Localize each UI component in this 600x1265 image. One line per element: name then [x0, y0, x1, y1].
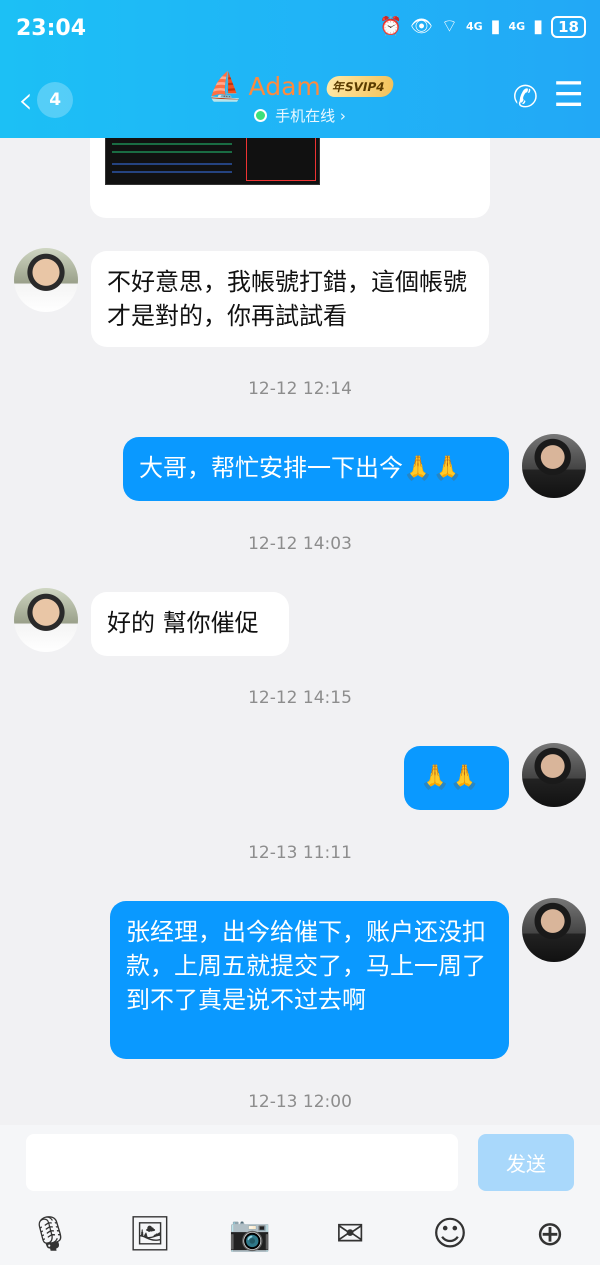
message-bubble-incoming[interactable]: 不好意思，我帳號打錯，這個帳號才是對的，你再試試看 [91, 251, 489, 347]
online-dot-icon [254, 109, 268, 122]
emoji-icon[interactable]: ☺ [425, 1209, 475, 1259]
online-status-text: 手机在线 › [275, 107, 346, 125]
message-timestamp: 12-13 12:00 [248, 1092, 352, 1112]
composer-toolbar: 🎙 🖼 📷 ✉ ☺ ⊕ [0, 1205, 600, 1265]
image-message[interactable] [90, 138, 490, 218]
message-timestamp: 12-13 11:11 [248, 843, 352, 863]
chat-area[interactable]: 不好意思，我帳號打錯，這個帳號才是對的，你再試試看 12-12 12:14 大哥… [0, 138, 600, 1125]
my-avatar[interactable] [522, 434, 586, 498]
status-time: 23:04 [16, 16, 87, 41]
eye-icon: 👁 [410, 16, 434, 37]
message-bubble-outgoing[interactable]: 大哥，帮忙安排一下出今🙏🙏 [123, 437, 509, 501]
message-timestamp: 12-12 14:03 [248, 534, 352, 554]
message-bubble-outgoing[interactable]: 🙏🙏 [404, 746, 509, 810]
chat-header: ‹ 4 ⛵ Adam 年SVIP4 手机在线 › ✆ ☰ [0, 60, 600, 138]
phone-icon[interactable]: ✆ [513, 80, 538, 115]
composer: 发送 🎙 🖼 📷 ✉ ☺ ⊕ [0, 1125, 600, 1265]
microphone-icon[interactable]: 🎙 [25, 1209, 75, 1259]
status-bar: 23:04 ⏰ 👁 ⌔ 4G ▮ 4G ▮ 18 [0, 0, 600, 60]
network-4g-1: 4G [465, 20, 483, 33]
alarm-icon: ⏰ [379, 16, 403, 37]
image-icon[interactable]: 🖼 [125, 1209, 175, 1259]
sailboat-icon: ⛵ [207, 69, 243, 103]
red-packet-icon[interactable]: ✉ [325, 1209, 375, 1259]
message-bubble-outgoing[interactable]: 张经理，出今给催下，账户还没扣款，上周五就提交了，马上一周了到不了真是说不过去啊 [110, 901, 509, 1059]
contact-name: Adam [248, 72, 321, 101]
message-bubble-incoming[interactable]: 好的 幫你催促 [91, 592, 289, 656]
vip-badge: 年SVIP4 [324, 76, 395, 97]
contact-title[interactable]: ⛵ Adam 年SVIP4 手机在线 › [0, 72, 600, 126]
menu-icon[interactable]: ☰ [554, 78, 584, 112]
my-avatar[interactable] [522, 743, 586, 807]
contact-avatar[interactable] [14, 248, 78, 312]
plus-icon[interactable]: ⊕ [525, 1209, 575, 1259]
my-avatar[interactable] [522, 898, 586, 962]
message-timestamp: 12-12 12:14 [248, 379, 352, 399]
online-status: 手机在线 › [254, 105, 346, 126]
camera-icon[interactable]: 📷 [225, 1209, 275, 1259]
top-bar: 23:04 ⏰ 👁 ⌔ 4G ▮ 4G ▮ 18 ‹ 4 ⛵ Adam 年SVI… [0, 0, 600, 138]
send-button[interactable]: 发送 [478, 1134, 574, 1191]
network-4g-2: 4G [508, 20, 526, 33]
status-icons: ⏰ 👁 ⌔ 4G ▮ 4G ▮ 18 [380, 16, 586, 38]
signal-icon: ▮ [533, 16, 544, 37]
wifi-icon: ⌔ [441, 16, 458, 37]
battery-level: 18 [551, 16, 586, 38]
screenshot-thumbnail[interactable] [105, 138, 320, 185]
message-timestamp: 12-12 14:15 [248, 688, 352, 708]
contact-avatar[interactable] [14, 588, 78, 652]
message-input[interactable] [26, 1134, 458, 1191]
signal-icon: ▮ [490, 16, 501, 37]
